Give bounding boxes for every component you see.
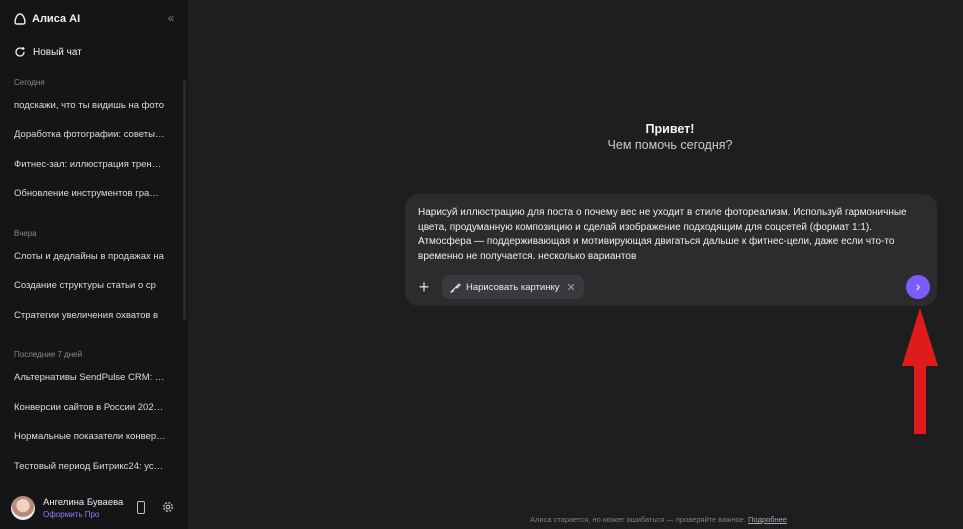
sidebar-scrollbar[interactable] [183,80,186,320]
gear-icon[interactable] [161,500,175,514]
chat-item[interactable]: Конверсии сайтов в России 2023-2024 [14,402,166,414]
plus-icon[interactable]: + [415,278,433,296]
user-name: Ангелина Буваева [43,497,124,508]
footer-text: Алиса старается, но может ошибаться — пр… [530,515,746,524]
app-window: Алиса AI « Новый чат Сегодня подскажи, ч… [0,0,963,529]
chat-item[interactable]: Обновление инструментов графики [14,188,166,200]
chip-label: Нарисовать картинку [466,281,560,293]
new-chat-icon [15,47,25,57]
phone-icon[interactable] [137,501,145,514]
chat-item[interactable]: Тестовый период Битрикс24: условия [14,461,166,473]
user-panel: Ангелина Буваева Оформить Про [0,490,188,529]
chat-item[interactable]: Слоты и дедлайны в продажах на [14,251,166,263]
close-icon[interactable]: ✕ [566,281,575,294]
chat-item[interactable]: Стратегии увеличения охватов в [14,310,166,322]
send-button[interactable]: › [906,275,930,299]
brush-icon [450,282,461,293]
chat-item[interactable]: Альтернативы SendPulse CRM: обзор [14,372,166,384]
brand-name: Алиса AI [32,13,81,25]
footer-more-link[interactable]: Подробнее [748,515,787,524]
chat-item[interactable]: Нормальные показатели конверсии [14,431,166,443]
new-chat-button[interactable]: Новый чат [14,44,82,60]
brand[interactable]: Алиса AI [14,11,80,27]
send-icon: › [915,278,921,294]
section-title-last-7-days: Последние 7 дней [14,350,83,359]
greeting-title: Привет! [645,122,695,136]
section-title-yesterday: Вчера [14,229,37,238]
message-composer[interactable]: Нарисуй иллюстрацию для поста о почему в… [405,194,937,306]
draw-picture-chip[interactable]: Нарисовать картинку ✕ [442,275,584,299]
pro-link[interactable]: Оформить Про [43,510,99,519]
chat-item[interactable]: Фитнес-зал: иллюстрация тренировки [14,159,166,171]
collapse-icon[interactable]: « [164,11,178,25]
alice-logo-icon [14,13,26,25]
greeting-subtitle: Чем помочь сегодня? [607,138,733,152]
chat-item[interactable]: Доработка фотографии: советы по [14,129,166,141]
sidebar: Алиса AI « Новый чат Сегодня подскажи, ч… [0,0,188,529]
annotation-arrow [902,308,938,434]
chat-item[interactable]: Создание структуры статьи о ср [14,280,166,292]
avatar[interactable] [11,496,35,520]
section-title-today: Сегодня [14,78,45,87]
new-chat-label: Новый чат [33,46,82,58]
chat-item[interactable]: подскажи, что ты видишь на фото [14,100,166,112]
footer: Алиса старается, но может ошибаться — пр… [530,515,787,524]
prompt-input[interactable]: Нарисуй иллюстрацию для поста о почему в… [418,206,918,264]
